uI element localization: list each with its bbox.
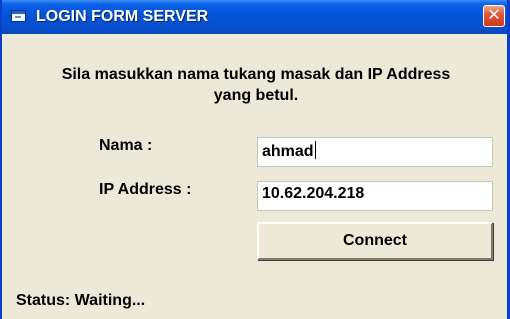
close-button[interactable]: ✕ [483,5,505,27]
window-app-icon [11,10,26,22]
text-caret [314,141,316,159]
close-icon: ✕ [487,7,501,24]
window-title: LOGIN FORM SERVER [36,8,209,25]
connect-button[interactable]: Connect [257,222,493,260]
ip-address-label: IP Address : [99,181,192,198]
ip-address-input-value: 10.62.204.218 [262,185,365,202]
name-input-value: ahmad [262,143,314,160]
name-input[interactable]: ahmad [257,137,493,167]
instruction-line-2: yang betul. [213,87,299,104]
status-text: Status: Waiting... [16,292,146,309]
name-label: Nama : [99,137,153,154]
instruction-line-1: Sila masukkan nama tukang masak dan IP A… [61,66,451,83]
ip-address-input[interactable]: 10.62.204.218 [257,181,493,211]
instruction-text: Sila masukkan nama tukang masak dan IP A… [16,64,496,106]
title-bar[interactable]: LOGIN FORM SERVER ✕ [2,0,507,34]
login-window: LOGIN FORM SERVER ✕ Sila masukkan nama t… [0,0,510,319]
